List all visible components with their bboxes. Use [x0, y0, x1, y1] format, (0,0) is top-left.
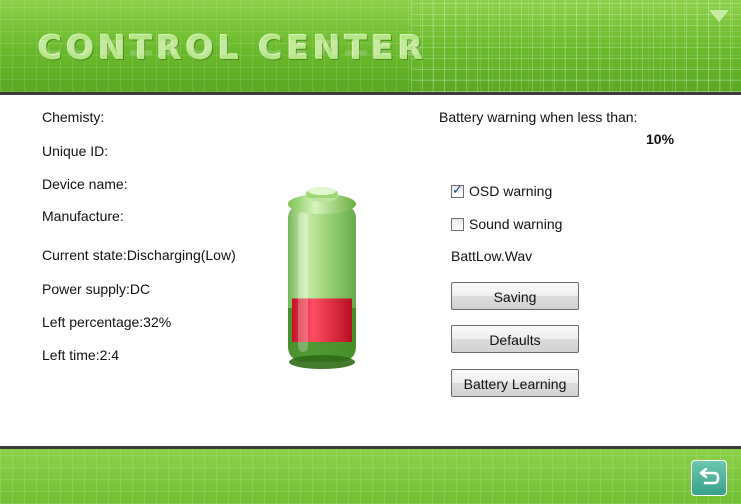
left-percentage-label: Left percentage:32% — [42, 314, 172, 330]
header-grid-pattern — [411, 0, 741, 92]
triangle-down-icon[interactable] — [709, 10, 729, 22]
battery-learning-button[interactable]: Battery Learning — [451, 369, 579, 397]
sound-file-name: BattLow.Wav — [451, 248, 533, 264]
device-name-label: Device name: — [42, 176, 128, 192]
footer-bar — [0, 446, 741, 504]
sound-warning-checkbox[interactable]: Sound warning — [451, 216, 562, 232]
unique-id-label: Unique ID: — [42, 143, 109, 159]
checkbox-unchecked-icon[interactable] — [451, 217, 464, 231]
checkbox-checked-icon[interactable] — [451, 183, 464, 198]
battery-warning-value: 10% — [646, 131, 675, 147]
sound-warning-label: Sound warning — [469, 216, 563, 232]
battery-icon — [286, 186, 358, 370]
manufacture-label: Manufacture: — [42, 208, 124, 224]
current-state-label: Current state:Discharging(Low) — [42, 247, 236, 263]
defaults-button[interactable]: Defaults — [451, 325, 579, 353]
header-bar: CONTROL CENTER CONTROL CENTER — [0, 0, 741, 95]
left-time-label: Left time:2:4 — [42, 347, 120, 363]
chemistry-label: Chemisty: — [42, 109, 105, 125]
back-button[interactable] — [691, 460, 727, 496]
page-title-reflection: CONTROL CENTER — [38, 40, 428, 62]
power-supply-label: Power supply:DC — [42, 281, 151, 297]
battery-warning-label: Battery warning when less than: — [439, 109, 638, 125]
return-arrow-icon — [699, 468, 720, 485]
saving-button[interactable]: Saving — [451, 282, 579, 310]
osd-warning-label: OSD warning — [469, 183, 553, 199]
osd-warning-checkbox[interactable]: OSD warning — [451, 183, 552, 199]
